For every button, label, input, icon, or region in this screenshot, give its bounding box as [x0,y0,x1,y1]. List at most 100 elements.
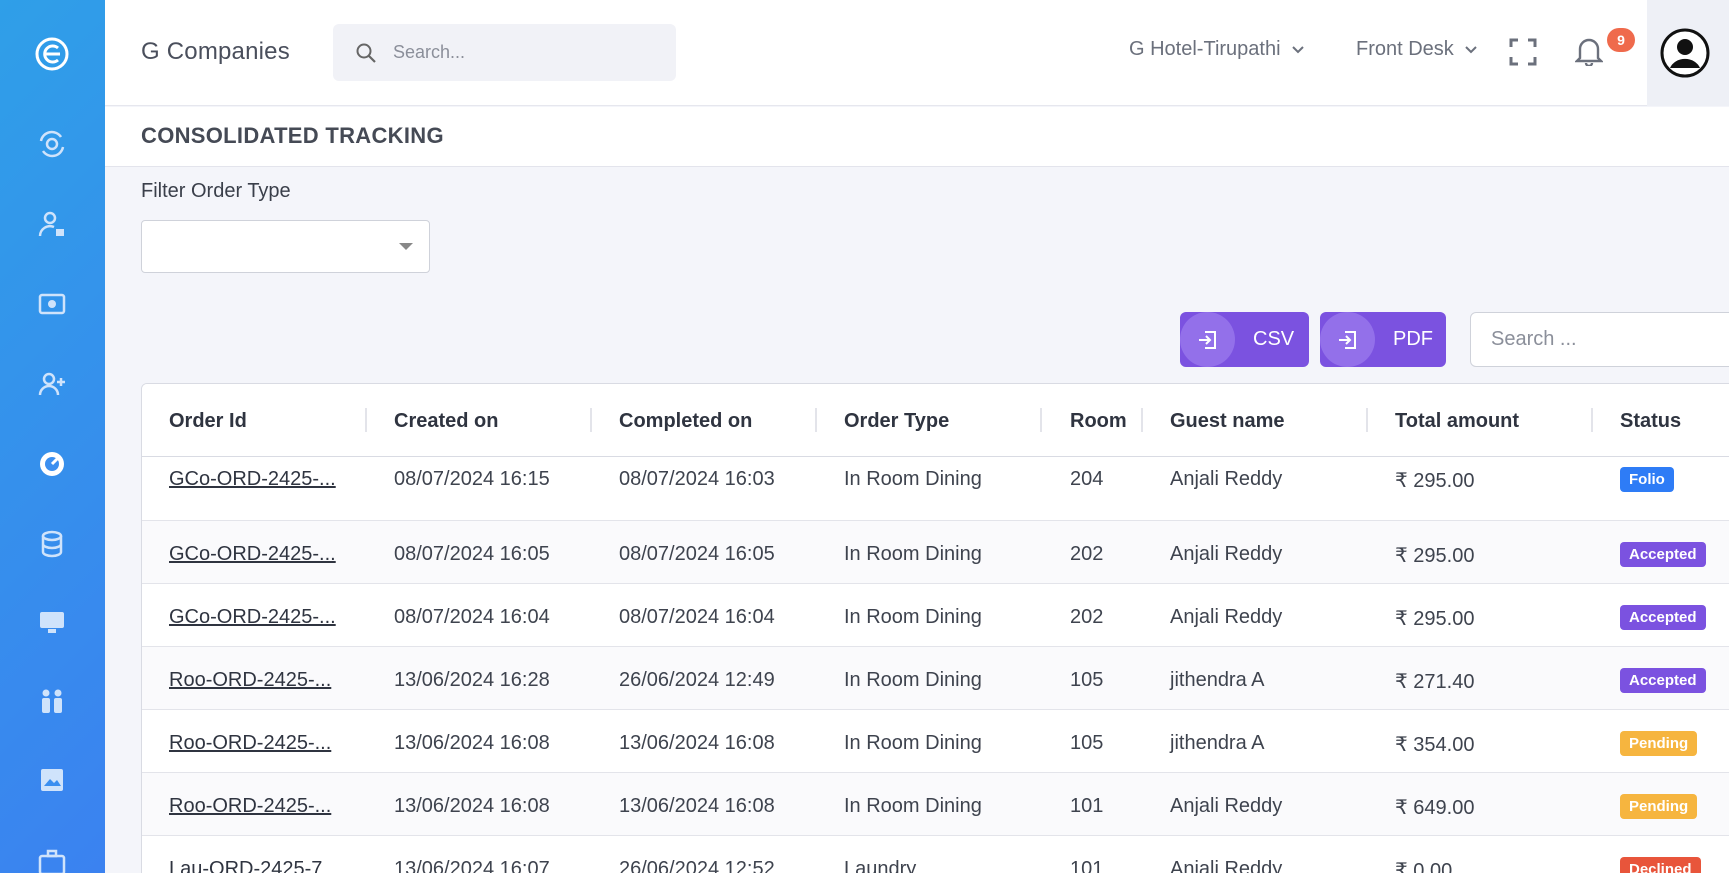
order-id-link[interactable]: Lau-ORD-2425-7 [169,858,322,873]
order-type-cell: In Room Dining [844,606,982,628]
logo-icon[interactable] [34,36,70,72]
order-id-link[interactable]: Roo-ORD-2425-... [169,669,331,692]
table-search[interactable] [1470,312,1729,367]
completed-on-cell: 26/06/2024 12:52 [619,858,775,873]
order-type-cell: In Room Dining [844,732,982,754]
status-badge: Pending [1620,731,1698,756]
notification-badge: 9 [1607,28,1635,52]
guest-name-cell: Anjali Reddy [1170,543,1283,565]
pdf-export-button[interactable]: PDF [1320,312,1446,367]
department-dropdown[interactable]: Front Desk [1356,38,1478,61]
orders-table: Order Id Created on Completed on Order T… [141,383,1729,873]
total-amount-cell: ₹ 295.00 [1395,608,1475,630]
table-row[interactable]: Roo-ORD-2425-... 13/06/2024 16:08 13/06/… [142,773,1729,836]
completed-on-cell: 08/07/2024 16:03 [619,468,775,490]
column-resizer[interactable] [1366,408,1368,432]
order-id-link[interactable]: Roo-ORD-2425-... [169,732,331,755]
order-id-link[interactable]: GCo-ORD-2425-... [169,606,336,629]
csv-export-button[interactable]: CSV [1180,312,1309,367]
column-header-room[interactable]: Room [1070,410,1127,433]
fullscreen-icon[interactable] [1509,38,1537,71]
guest-name-cell: Anjali Reddy [1170,795,1283,817]
hotel-dropdown[interactable]: G Hotel-Tirupathi [1129,38,1305,61]
order-type-cell: In Room Dining [844,543,982,565]
guest-name-cell: jithendra A [1170,732,1265,754]
total-amount-cell: ₹ 0.00 [1395,860,1453,873]
search-icon [355,42,377,69]
column-header-status[interactable]: Status [1620,410,1681,433]
briefcase-icon[interactable] [36,846,68,873]
table-row[interactable]: Roo-ORD-2425-... 13/06/2024 16:08 13/06/… [142,710,1729,773]
total-amount-cell: ₹ 295.00 [1395,545,1475,567]
column-header-order-id[interactable]: Order Id [169,410,247,433]
column-header-completed-on[interactable]: Completed on [619,410,752,433]
global-search-input[interactable] [393,24,663,81]
status-badge: Declined [1620,857,1701,873]
user-lock-icon[interactable] [36,208,68,240]
room-cell: 101 [1070,858,1104,873]
top-bar: G Companies G Hotel-Tirupathi Front Desk… [105,0,1729,106]
room-cell: 105 [1070,669,1104,691]
chevron-down-icon [1291,45,1304,53]
room-cell: 101 [1070,795,1104,817]
column-resizer[interactable] [1141,408,1143,432]
guest-name-cell: Anjali Reddy [1170,606,1283,628]
order-id-link[interactable]: Roo-ORD-2425-... [169,795,331,818]
monitor-icon[interactable] [36,606,68,638]
order-type-select[interactable] [141,220,430,273]
room-cell: 204 [1070,468,1104,490]
column-header-order-type[interactable]: Order Type [844,410,949,433]
column-resizer[interactable] [1591,408,1593,432]
guest-name-cell: jithendra A [1170,669,1265,691]
total-amount-cell: ₹ 649.00 [1395,797,1475,819]
total-amount-cell: ₹ 295.00 [1395,470,1475,492]
table-row[interactable]: GCo-ORD-2425-... 08/07/2024 16:05 08/07/… [142,521,1729,584]
camera-icon[interactable] [36,288,68,320]
status-badge: Accepted [1620,542,1706,567]
column-resizer[interactable] [815,408,817,432]
table-row[interactable]: Roo-ORD-2425-... 13/06/2024 16:28 26/06/… [142,647,1729,710]
order-id-link[interactable]: GCo-ORD-2425-... [169,543,336,566]
column-header-guest-name[interactable]: Guest name [1170,410,1284,433]
hotel-dropdown-label: G Hotel-Tirupathi [1129,38,1281,60]
created-on-cell: 08/07/2024 16:15 [394,468,550,490]
column-header-total-amount[interactable]: Total amount [1395,410,1519,433]
user-plus-icon[interactable] [36,368,68,400]
order-id-link[interactable]: GCo-ORD-2425-... [169,468,336,491]
column-resizer[interactable] [365,408,367,432]
department-dropdown-label: Front Desk [1356,38,1454,60]
order-type-cell: In Room Dining [844,669,982,691]
chevron-down-icon [1465,45,1477,53]
table-row[interactable]: GCo-ORD-2425-... 08/07/2024 16:04 08/07/… [142,584,1729,647]
image-icon[interactable] [36,764,68,796]
page-title: CONSOLIDATED TRACKING [141,123,444,148]
global-search[interactable] [333,24,676,81]
column-resizer[interactable] [1040,408,1042,432]
completed-on-cell: 13/06/2024 16:08 [619,732,775,754]
table-header: Order Id Created on Completed on Order T… [142,384,1729,457]
brand-name: G Companies [141,38,290,65]
people-icon[interactable] [36,686,68,718]
table-search-input[interactable] [1491,313,1729,366]
table-row[interactable]: Lau-ORD-2425-7 13/06/2024 16:07 26/06/20… [142,836,1729,873]
orbit-icon[interactable] [36,128,68,160]
csv-label: CSV [1253,328,1295,350]
created-on-cell: 13/06/2024 16:08 [394,795,550,817]
guest-name-cell: Anjali Reddy [1170,858,1283,873]
column-header-created-on[interactable]: Created on [394,410,498,433]
room-cell: 202 [1070,606,1104,628]
created-on-cell: 13/06/2024 16:08 [394,732,550,754]
avatar[interactable] [1647,0,1729,106]
completed-on-cell: 08/07/2024 16:05 [619,543,775,565]
export-icon [1320,312,1375,367]
guest-name-cell: Anjali Reddy [1170,468,1283,490]
column-resizer[interactable] [590,408,592,432]
order-type-cell: In Room Dining [844,795,982,817]
table-row[interactable]: GCo-ORD-2425-... 08/07/2024 16:15 08/07/… [142,458,1729,521]
bell-icon[interactable] [1574,36,1604,71]
created-on-cell: 08/07/2024 16:04 [394,606,550,628]
gauge-icon[interactable] [36,448,68,480]
caret-down-icon [399,243,413,250]
database-icon[interactable] [36,528,68,560]
order-type-cell: Laundry [844,858,917,873]
